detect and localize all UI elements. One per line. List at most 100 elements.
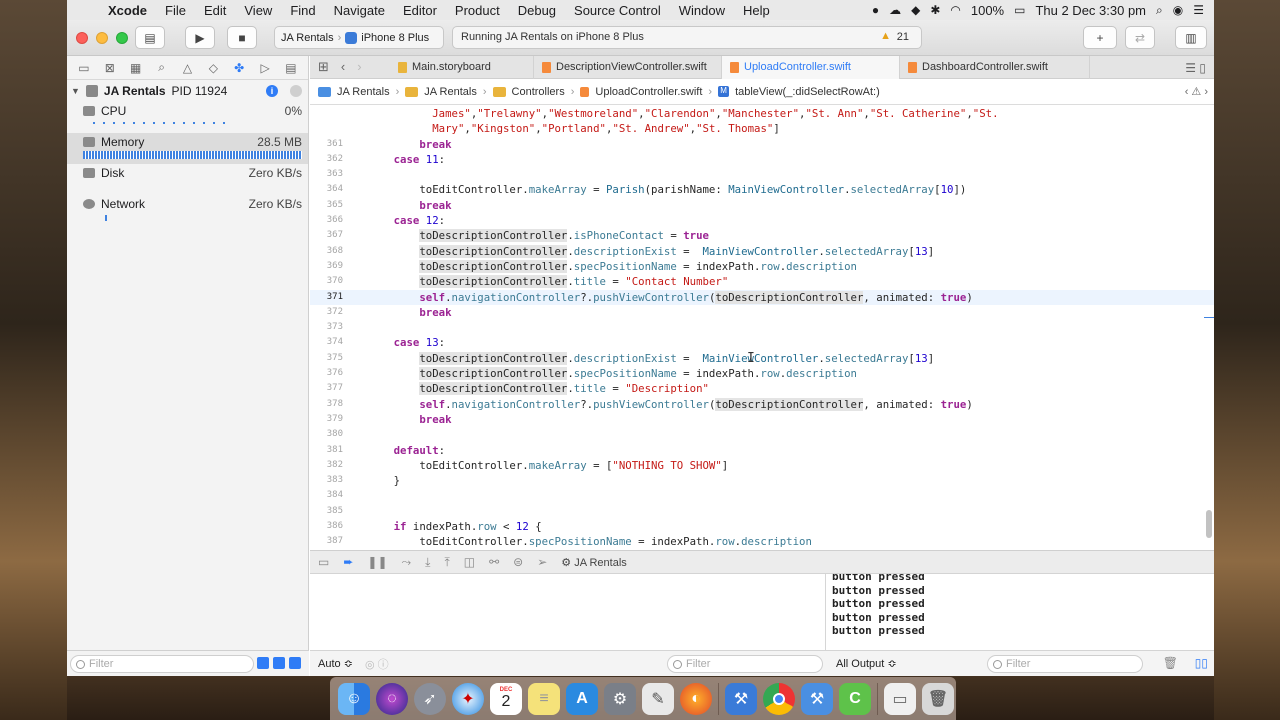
breadcrumb-method[interactable]: tableView(_:didSelectRowAt:) [735,86,880,98]
dock-calendar[interactable]: DEC 2 [490,682,522,715]
gauge-network[interactable]: Network Zero KB/s [67,195,308,226]
console-filter-input[interactable]: Filter [987,655,1143,673]
environment-overrides-icon[interactable]: ⊜ [513,555,523,569]
console-output[interactable]: button pressed button pressed button pre… [826,574,1214,650]
quick-look-icon[interactable]: ◎ ⓘ [365,656,389,672]
breadcrumb-group[interactable]: JA Rentals [424,86,477,98]
pause-icon[interactable]: ❚❚ [367,555,387,569]
breakpoint-navigator-icon[interactable]: ▷ [257,61,273,75]
step-over-icon[interactable]: ⤳ [402,555,412,570]
minimize-window-button[interactable] [96,32,108,44]
breadcrumb-file[interactable]: UploadController.swift [595,86,702,98]
navigator-filter-input[interactable]: Filter [70,655,254,673]
activity-viewer[interactable]: Running JA Rentals on iPhone 8 Plus ▲ 21 [452,26,922,49]
forward-icon[interactable]: › [357,59,361,75]
filter-option-icon[interactable] [289,657,301,669]
notification-center-icon[interactable]: ☰ [1193,3,1204,17]
spotlight-search-icon[interactable]: ⌕ [1156,3,1163,18]
console-output-select[interactable]: All Output ≎ [836,657,897,670]
library-button[interactable]: + [1083,26,1117,49]
process-header[interactable]: ▼ JA Rentals PID 11924 i [67,80,308,102]
dock-app-store[interactable]: A [566,682,598,715]
warning-count[interactable]: 21 [897,31,909,43]
dock-trash[interactable]: 🗑 [922,682,954,715]
simulate-location-icon[interactable]: ➢ [537,555,547,569]
user-icon[interactable]: ◉ [1173,3,1183,17]
breadcrumb-folder[interactable]: Controllers [512,86,565,98]
variables-view[interactable] [310,574,826,650]
menu-view[interactable]: View [235,3,281,18]
menubar-clock[interactable]: Thu 2 Dec 3:30 pm [1035,3,1146,18]
toggle-inspector-button[interactable]: ▥ [1175,26,1207,49]
close-window-button[interactable] [76,32,88,44]
variables-filter-input[interactable]: Filter [667,655,823,673]
test-navigator-icon[interactable]: ◇ [205,61,221,75]
source-control-navigator-icon[interactable]: ⊠ [102,61,118,75]
breakpoints-toggle-icon[interactable]: ➨ [343,555,353,569]
battery-percent[interactable]: 100% [971,3,1004,18]
menu-navigate[interactable]: Navigate [325,3,394,18]
gauge-disk[interactable]: Disk Zero KB/s [67,164,308,195]
dock-siri[interactable]: ◌ [376,682,408,715]
issue-nav-icon[interactable]: ‹ ⚠ › [1185,85,1208,98]
gauge-cpu[interactable]: CPU 0% [67,102,308,133]
report-navigator-icon[interactable]: ▤ [283,61,299,75]
menu-editor[interactable]: Editor [394,3,446,18]
memory-graph-icon[interactable]: ⚯ [489,555,499,569]
dock-system-preferences[interactable]: ⚙ [604,682,636,715]
dock-finder[interactable]: ☺ [338,682,370,715]
menu-file[interactable]: File [156,3,195,18]
stop-button[interactable]: ■ [227,26,257,49]
menu-product[interactable]: Product [446,3,509,18]
debug-navigator-icon[interactable]: ✤ [231,61,247,75]
variables-scope-select[interactable]: Auto ≎ [318,657,353,670]
grid-icon[interactable]: ⊞ [318,59,329,75]
wifi-icon[interactable]: ◠ [950,3,960,17]
split-view-icon[interactable]: ▯▯ [1195,656,1208,670]
tab-dashboard-controller[interactable]: DashboardController.swift [900,55,1090,79]
symbol-navigator-icon[interactable]: ▦ [128,61,144,75]
menu-debug[interactable]: Debug [509,3,565,18]
hide-debug-area-icon[interactable]: ▭ [318,555,329,569]
editor-options-icon[interactable]: ☰ ▯ [1185,61,1206,75]
trash-icon[interactable]: 🗑 [1163,656,1178,670]
tab-description-view-controller[interactable]: DescriptionViewController.swift [534,55,722,79]
menu-find[interactable]: Find [281,3,324,18]
dock-folder[interactable]: ▭ [884,682,916,715]
zoom-window-button[interactable] [116,32,128,44]
menu-edit[interactable]: Edit [195,3,235,18]
menu-xcode[interactable]: Xcode [99,3,156,18]
view-debugger-icon[interactable]: ◫ [464,555,475,569]
project-navigator-icon[interactable]: ▭ [76,61,92,75]
toggle-navigator-button[interactable]: ▤ [135,26,165,49]
code-area[interactable]: James","Trelawny","Westmoreland","Claren… [310,106,1214,550]
dock-firefox[interactable]: ◐ [680,682,712,715]
battery-icon[interactable]: ▭ [1014,3,1025,17]
code-review-button[interactable]: ⇄ [1125,26,1155,49]
bluetooth-icon[interactable]: ✱ [930,3,940,17]
filter-option-icon[interactable] [273,657,285,669]
disclosure-triangle-icon[interactable]: ▼ [71,86,80,96]
dock-launchpad[interactable]: ➶ [414,682,446,715]
tab-main-storyboard[interactable]: Main.storyboard [390,55,534,79]
options-icon[interactable] [290,85,302,97]
menu-source-control[interactable]: Source Control [565,3,670,18]
breadcrumb-project[interactable]: JA Rentals [337,86,390,98]
scheme-selector[interactable]: JA Rentals › iPhone 8 Plus [274,26,444,49]
dock-android-studio[interactable]: C [839,682,871,715]
dock-simulator[interactable]: ⚒ [801,682,833,715]
tab-upload-controller[interactable]: UploadController.swift [722,55,900,79]
step-out-icon[interactable]: ⤒ [444,555,449,570]
dock-safari[interactable]: ✦ [452,682,484,715]
dock-textedit[interactable]: ✎ [642,682,674,715]
menu-window[interactable]: Window [670,3,734,18]
find-navigator-icon[interactable]: ⌕ [154,60,170,75]
status-cloud-icon[interactable]: ☁ [889,3,901,17]
menu-help[interactable]: Help [734,3,779,18]
info-icon[interactable]: i [266,85,278,97]
dock-notes[interactable]: ≡ [528,682,560,715]
status-tool-icon[interactable]: ◆ [911,3,920,17]
gauge-memory[interactable]: Memory 28.5 MB [67,133,308,164]
dock-xcode[interactable]: ⚒ [725,682,757,715]
debug-process[interactable]: ⚙ JA Rentals [561,556,627,569]
